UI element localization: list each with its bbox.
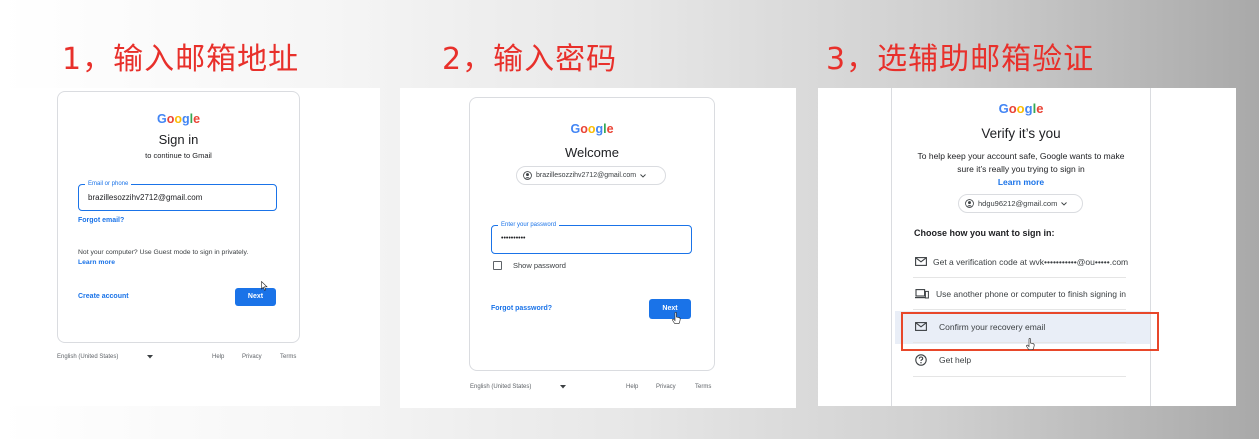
choose-method-label: Choose how you want to sign in: [914, 228, 1055, 238]
password-field[interactable]: Enter your password •••••••••• [491, 220, 692, 254]
help-link[interactable]: Help [212, 354, 224, 360]
terms-link[interactable]: Terms [695, 384, 711, 390]
password-field-label: Enter your password [498, 220, 560, 230]
terms-link[interactable]: Terms [280, 354, 296, 360]
learn-more-link[interactable]: Learn more [891, 177, 1151, 187]
step-1-title: 1，输入邮箱地址 [62, 42, 300, 77]
account-chip[interactable]: brazillesozzihv2712@gmail.com [516, 166, 666, 185]
google-logo: Google [156, 112, 201, 126]
devices-icon [915, 288, 930, 299]
forgot-password-link[interactable]: Forgot password? [491, 305, 552, 312]
chevron-down-icon [1061, 201, 1068, 206]
help-link[interactable]: Help [626, 384, 638, 390]
next-button[interactable]: Next [649, 299, 691, 319]
privacy-link[interactable]: Privacy [242, 354, 262, 360]
show-password-label: Show password [513, 261, 566, 270]
next-button[interactable]: Next [235, 288, 276, 306]
show-password-checkbox[interactable] [493, 261, 502, 270]
account-icon [523, 171, 532, 180]
account-chip[interactable]: hdgu96212@gmail.com [958, 194, 1083, 213]
option-label: Get a verification code at wvk••••••••••… [933, 256, 1129, 267]
pointer-cursor-icon [261, 281, 268, 291]
option-another-device[interactable]: Use another phone or computer to finish … [913, 278, 1126, 310]
step-3-title: 3，选辅助邮箱验证 [826, 42, 1095, 77]
page-title: Welcome [565, 145, 619, 160]
option-label: Get help [939, 355, 972, 365]
forgot-email-link[interactable]: Forgot email? [78, 217, 124, 224]
page-title: Verify it’s you [981, 126, 1061, 141]
account-email: brazillesozzihv2712@gmail.com [536, 172, 637, 179]
chevron-down-icon [640, 173, 646, 178]
account-icon [965, 199, 974, 208]
page-subtitle: to continue to Gmail [145, 151, 212, 160]
email-field[interactable]: Email or phone brazillesozzihv2712@gmail… [78, 179, 277, 211]
password-field-value: •••••••••• [501, 235, 526, 242]
hand-cursor-icon [1026, 338, 1035, 350]
google-logo: Google [998, 101, 1044, 116]
language-select[interactable]: English (United States) [57, 354, 118, 360]
verify-description: To help keep your account safe, Google w… [917, 151, 1125, 174]
hand-cursor-icon [672, 312, 681, 324]
mail-icon [915, 257, 927, 266]
google-logo: Google [570, 122, 614, 136]
account-email: hdgu96212@gmail.com [978, 199, 1058, 208]
email-field-value: brazillesozzihv2712@gmail.com [88, 193, 203, 202]
dropdown-arrow-icon [147, 355, 153, 359]
option-verification-code[interactable]: Get a verification code at wvk••••••••••… [913, 246, 1129, 278]
learn-more-link[interactable]: Learn more [78, 259, 115, 266]
privacy-link[interactable]: Privacy [656, 384, 676, 390]
page-title: Sign in [158, 132, 199, 147]
dropdown-arrow-icon [560, 385, 566, 389]
option-label: Use another phone or computer to finish … [936, 288, 1126, 299]
email-field-label: Email or phone [85, 179, 132, 189]
create-account-link[interactable]: Create account [78, 293, 129, 300]
help-icon [915, 354, 933, 366]
language-select[interactable]: English (United States) [470, 384, 531, 390]
guest-mode-text: Not your computer? Use Guest mode to sig… [78, 249, 249, 256]
step-2-title: 2，输入密码 [442, 42, 618, 77]
